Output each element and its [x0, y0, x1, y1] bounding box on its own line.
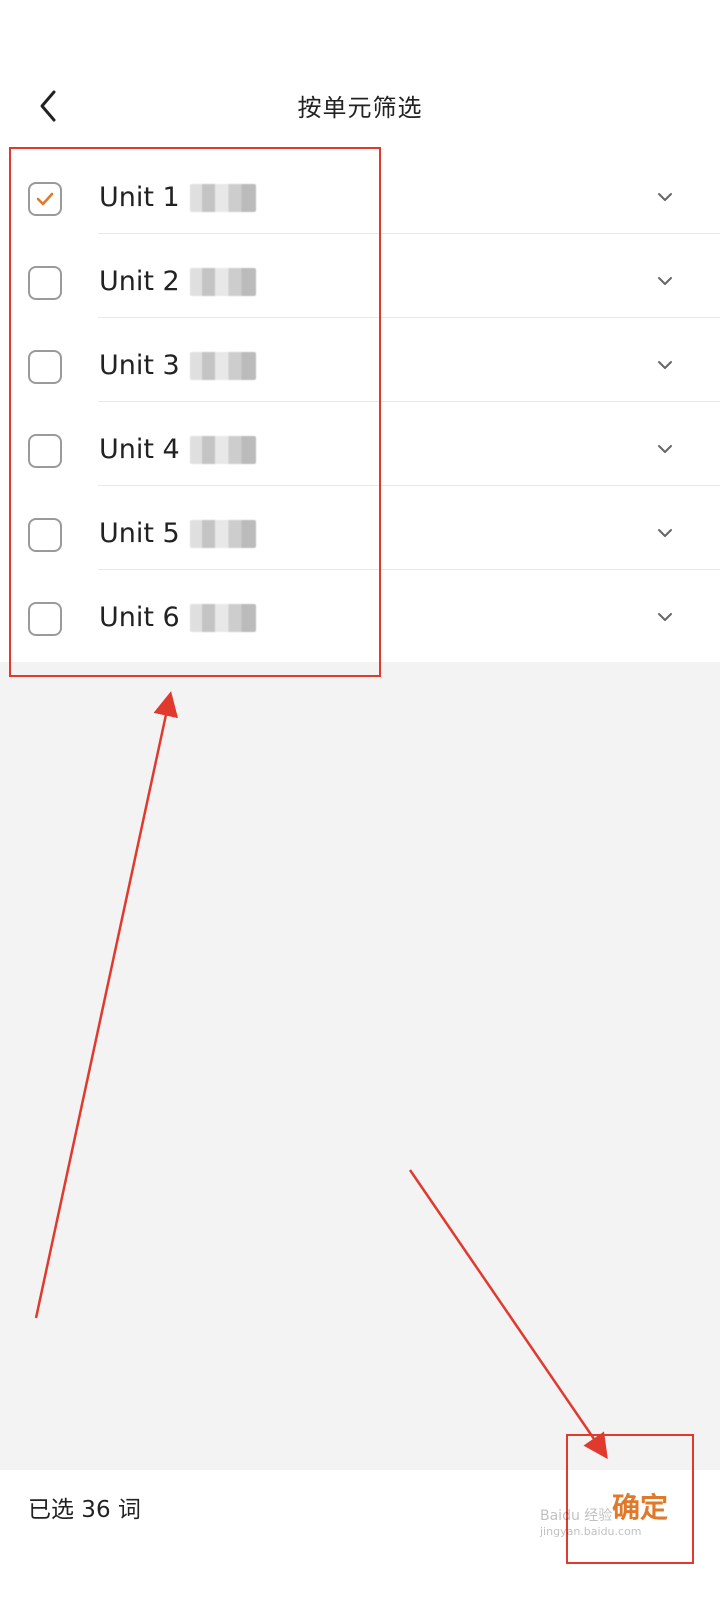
unit-4-checkbox[interactable] — [28, 434, 62, 468]
unit-label: Unit 4 — [99, 434, 180, 465]
unit-6-checkbox[interactable] — [28, 602, 62, 636]
confirm-button[interactable]: 确定 — [612, 1486, 668, 1526]
unit-row-6[interactable]: Unit 6 — [0, 570, 720, 654]
unit-3-checkbox[interactable] — [28, 350, 62, 384]
unit-label: Unit 1 — [99, 182, 180, 213]
chevron-down-icon[interactable] — [654, 438, 676, 460]
page-title: 按单元筛选 — [297, 94, 423, 122]
checkmark-icon — [36, 192, 54, 206]
unit-label: Unit 5 — [99, 518, 180, 549]
blurred-word-count — [190, 352, 256, 380]
blurred-word-count — [190, 604, 256, 632]
unit-row-3[interactable]: Unit 3 — [0, 318, 720, 402]
blurred-word-count — [190, 520, 256, 548]
unit-label: Unit 2 — [99, 266, 180, 297]
top-bar: 按单元筛选 — [0, 0, 720, 150]
unit-5-checkbox[interactable] — [28, 518, 62, 552]
unit-1-checkbox[interactable] — [28, 182, 62, 216]
unit-label: Unit 6 — [99, 602, 180, 633]
selected-count: 已选 36 词 — [28, 1497, 141, 1523]
unit-label: Unit 3 — [99, 350, 180, 381]
unit-filter-page: 按单元筛选 Unit 1 Unit 2 Unit 3 Unit 4 Unit 5… — [0, 0, 720, 1600]
chevron-down-icon[interactable] — [654, 606, 676, 628]
chevron-down-icon[interactable] — [654, 522, 676, 544]
unit-row-5[interactable]: Unit 5 — [0, 486, 720, 570]
arrow-to-unit-list — [34, 691, 179, 1319]
arrow-to-confirm — [408, 1169, 608, 1460]
chevron-down-icon[interactable] — [654, 354, 676, 376]
unit-list: Unit 1 Unit 2 Unit 3 Unit 4 Unit 5 Unit … — [0, 150, 720, 662]
blurred-word-count — [190, 436, 256, 464]
unit-row-1[interactable]: Unit 1 — [0, 150, 720, 234]
chevron-down-icon[interactable] — [654, 186, 676, 208]
unit-row-4[interactable]: Unit 4 — [0, 402, 720, 486]
chevron-down-icon[interactable] — [654, 270, 676, 292]
unit-2-checkbox[interactable] — [28, 266, 62, 300]
blurred-word-count — [190, 268, 256, 296]
blurred-word-count — [190, 184, 256, 212]
unit-row-2[interactable]: Unit 2 — [0, 234, 720, 318]
